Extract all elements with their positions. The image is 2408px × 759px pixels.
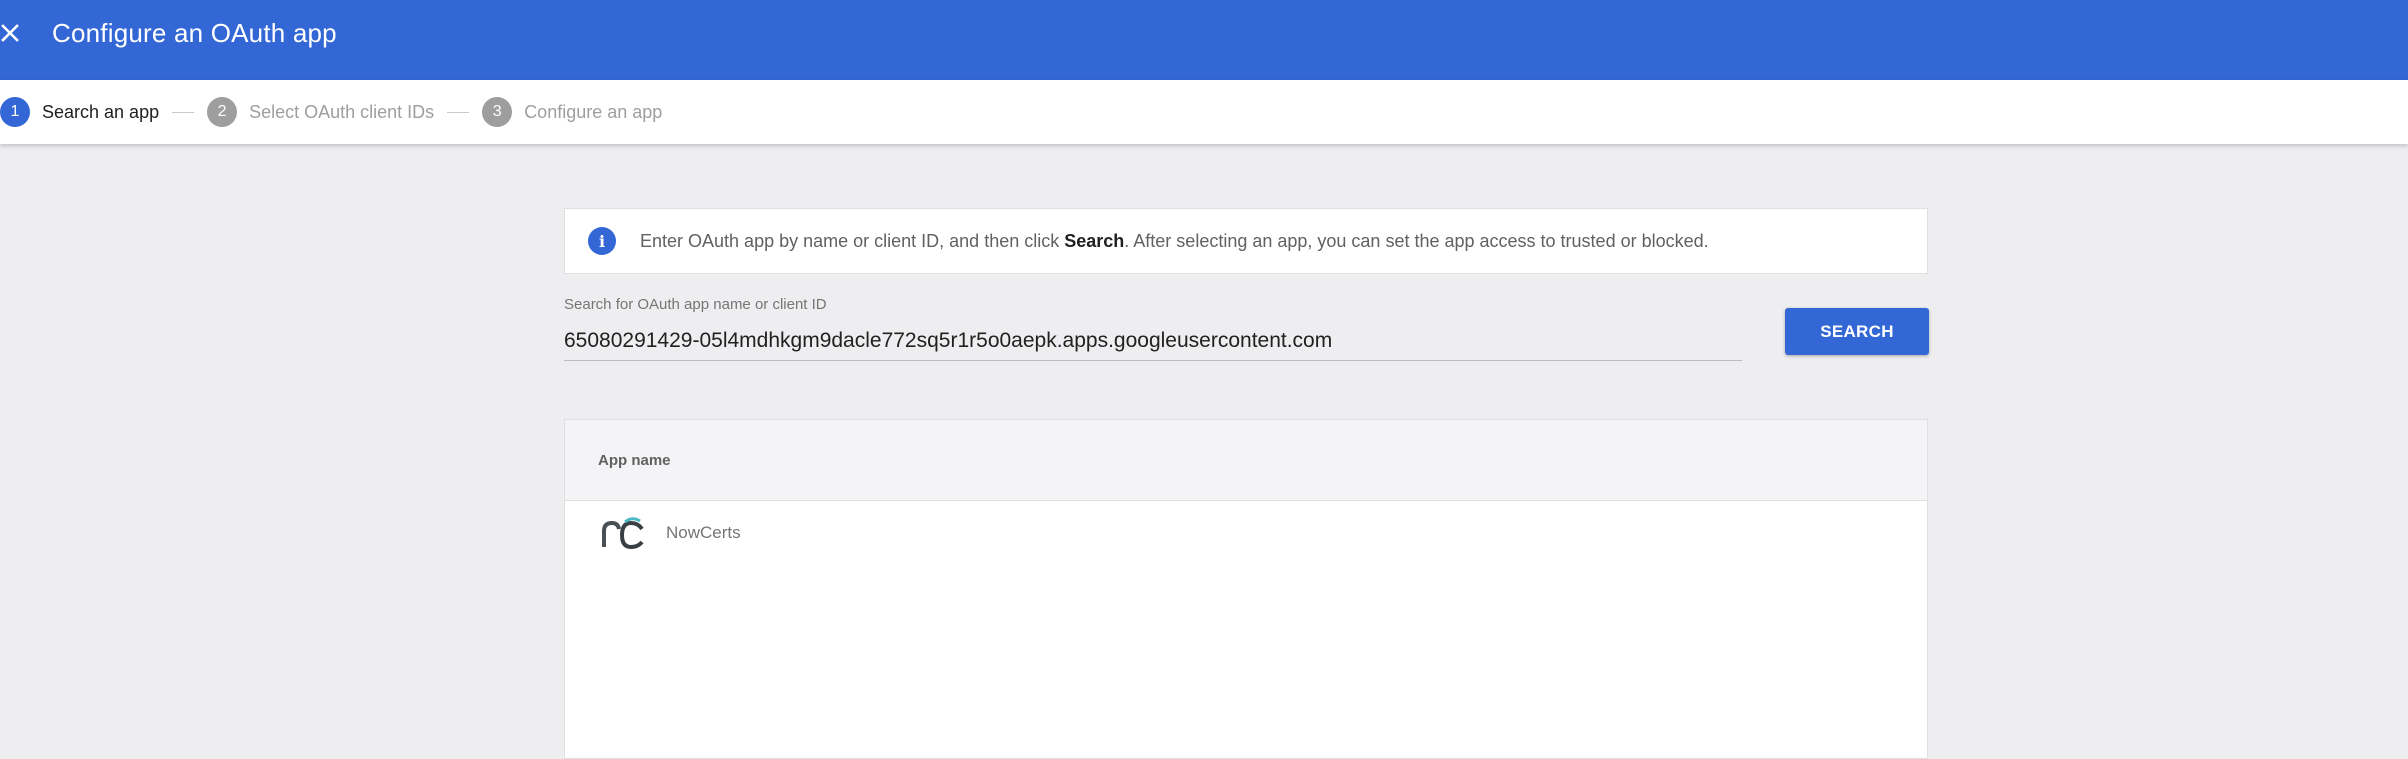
step-separator xyxy=(172,111,195,113)
info-banner: i Enter OAuth app by name or client ID, … xyxy=(564,208,1928,274)
table-row[interactable]: NowCerts xyxy=(565,501,1927,565)
step-configure-an-app[interactable]: 3 Configure an app xyxy=(482,97,662,127)
app-bar: Configure an OAuth app xyxy=(0,0,2408,80)
step-label: Search an app xyxy=(42,101,160,122)
stepper: 1 Search an app 2 Select OAuth client ID… xyxy=(0,80,2408,144)
info-text-after: . After selecting an app, you can set th… xyxy=(1124,230,1709,251)
page-title: Configure an OAuth app xyxy=(52,18,337,48)
close-icon xyxy=(1,24,19,42)
step-label: Select OAuth client IDs xyxy=(249,101,435,122)
step-number: 1 xyxy=(0,97,30,127)
step-select-client-ids[interactable]: 2 Select OAuth client IDs xyxy=(207,97,434,127)
info-text: Enter OAuth app by name or client ID, an… xyxy=(640,231,1709,252)
column-header-app-name[interactable]: App name xyxy=(598,452,671,469)
app-name: NowCerts xyxy=(666,523,741,542)
search-field-label: Search for OAuth app name or client ID xyxy=(564,296,827,313)
info-icon: i xyxy=(588,227,616,255)
step-number: 2 xyxy=(207,97,238,127)
nowcerts-logo xyxy=(602,517,644,550)
search-button[interactable]: SEARCH xyxy=(1785,308,1929,355)
search-input[interactable] xyxy=(564,322,1742,361)
close-button[interactable] xyxy=(0,0,20,66)
step-search-an-app[interactable]: 1 Search an app xyxy=(0,97,159,127)
results-table: App name NowCerts xyxy=(564,419,1928,759)
info-text-bold: Search xyxy=(1064,230,1125,251)
step-number: 3 xyxy=(482,97,513,127)
table-header: App name xyxy=(565,420,1927,501)
step-label: Configure an app xyxy=(524,101,663,122)
info-text-before: Enter OAuth app by name or client ID, an… xyxy=(640,230,1065,251)
step-separator xyxy=(447,111,470,113)
